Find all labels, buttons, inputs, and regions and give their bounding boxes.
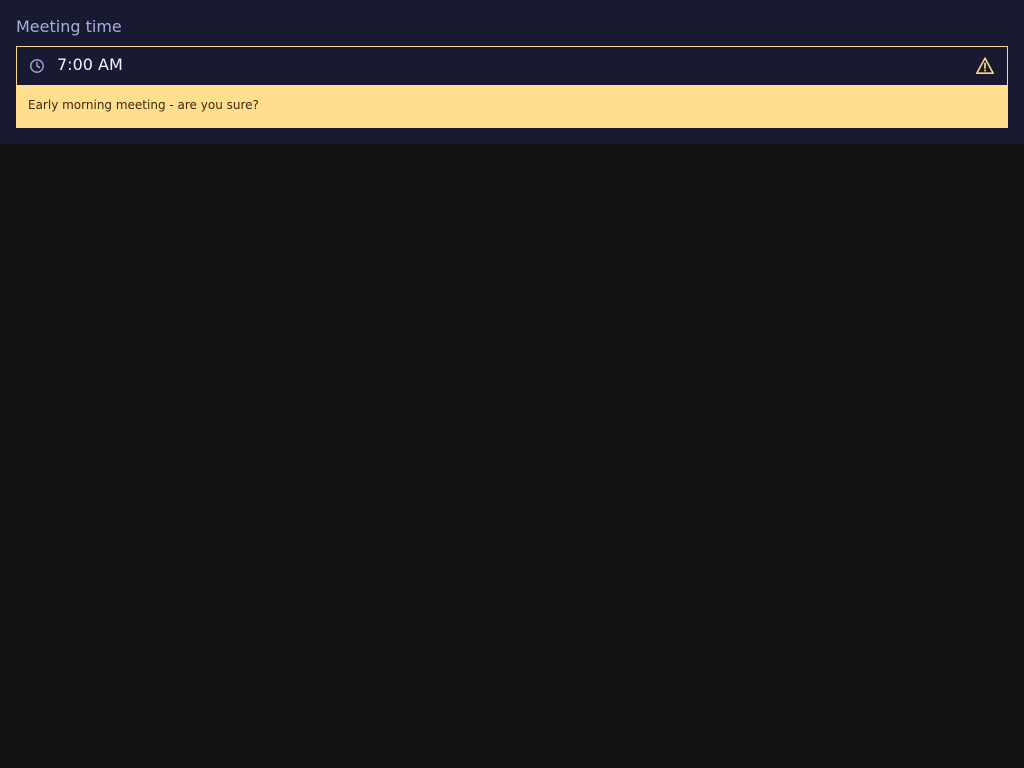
clock-icon (30, 59, 44, 73)
meeting-time-label: Meeting time (16, 17, 122, 36)
meeting-time-value: 7:00 AM (57, 55, 123, 74)
meeting-time-panel: Meeting time 7:00 AM Early morning meeti… (0, 0, 1024, 144)
meeting-time-field: 7:00 AM Early morning meeting - are you … (16, 46, 1008, 128)
meeting-time-input[interactable]: 7:00 AM (17, 47, 1007, 85)
warning-triangle-icon (976, 57, 994, 74)
warning-message-text: Early morning meeting - are you sure? (28, 98, 259, 112)
warning-message-banner: Early morning meeting - are you sure? (17, 85, 1007, 127)
